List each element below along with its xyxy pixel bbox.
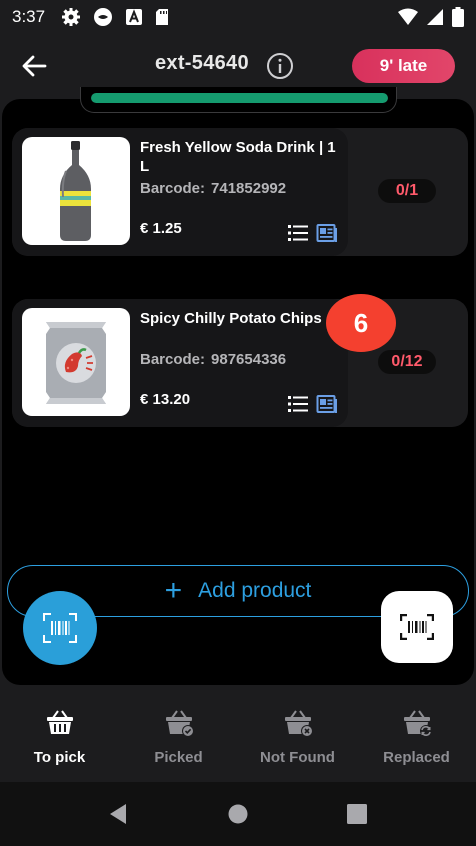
order-title: ext-54640 [155, 52, 249, 74]
back-arrow-icon[interactable] [20, 52, 48, 80]
product-card-main[interactable]: Spicy Chilly Potato Chips Barcode: 987654… [12, 299, 348, 427]
tab-picked[interactable]: Picked [119, 697, 238, 782]
status-icons-left [61, 7, 169, 27]
product-detail-icon[interactable] [316, 222, 338, 244]
bottom-nav: To pick Picked Not Found Replaced [0, 697, 476, 782]
progress-fill [91, 93, 388, 103]
basket-x-icon [284, 710, 313, 737]
status-time: 3:37 [12, 7, 46, 26]
gear-icon [62, 8, 81, 26]
barcode-line: Barcode: 987654336 [140, 351, 292, 368]
tab-label: To pick [33, 749, 86, 766]
barcode-label: Barcode: [140, 180, 206, 197]
wifi-icon [398, 8, 418, 25]
basket-check-icon [165, 710, 194, 737]
product-image [22, 137, 130, 245]
home-circle-icon[interactable] [228, 804, 248, 824]
tab-not-found[interactable]: Not Found [238, 697, 357, 782]
system-nav-bar [0, 782, 476, 846]
late-badge: 9' late [352, 49, 455, 83]
basket-swap-icon [403, 710, 432, 737]
product-card[interactable]: Spicy Chilly Potato Chips Barcode: 987654… [12, 299, 468, 427]
soda-bottle-icon [60, 141, 91, 241]
product-name: Fresh Yellow Soda Drink | 1 L [140, 139, 336, 175]
quantity-pill: 0/1 [378, 179, 436, 203]
recents-square-icon[interactable] [347, 804, 367, 824]
barcode-scan-icon [43, 613, 77, 643]
chips-bag-icon [46, 322, 106, 404]
barcode-value: 987654336 [211, 351, 287, 368]
list-icon[interactable] [288, 223, 308, 243]
sd-card-icon [156, 9, 169, 25]
progress-holder [80, 87, 397, 113]
info-icon[interactable] [266, 52, 294, 80]
status-bar: 3:37 [0, 0, 476, 34]
progress-track [91, 93, 388, 103]
a-box-icon [126, 9, 143, 25]
back-triangle-icon[interactable] [108, 803, 128, 825]
status-icons-right [398, 7, 464, 27]
list-icon[interactable] [288, 394, 308, 414]
product-image [22, 308, 130, 416]
tab-replaced[interactable]: Replaced [357, 697, 476, 782]
scan-barcode-button[interactable] [23, 591, 97, 665]
barcode-scan-icon [400, 614, 434, 640]
basket-icon [46, 710, 73, 734]
battery-icon [452, 7, 464, 27]
product-price: € 13.20 [140, 391, 191, 408]
app-bubble-icon [94, 8, 113, 26]
tab-label: Replaced [383, 749, 450, 766]
plus-icon: + [164, 574, 183, 607]
product-card[interactable]: Fresh Yellow Soda Drink | 1 L Barcode: 74… [12, 128, 468, 256]
barcode-line: Barcode: 741852992 [140, 180, 292, 197]
quantity-pill: 0/12 [378, 350, 436, 374]
tab-to-pick[interactable]: To pick [0, 697, 119, 782]
scan-barcode-alt-button[interactable] [381, 591, 453, 663]
count-badge: 6 [326, 294, 396, 352]
barcode-label: Barcode: [140, 351, 206, 368]
product-name: Spicy Chilly Potato Chips [140, 310, 322, 327]
signal-icon [427, 9, 443, 25]
tab-label: Not Found [260, 749, 335, 766]
barcode-value: 741852992 [211, 180, 287, 197]
product-card-main[interactable]: Fresh Yellow Soda Drink | 1 L Barcode: 74… [12, 128, 348, 256]
tab-label: Picked [154, 749, 203, 766]
add-product-label: Add product [198, 579, 312, 602]
product-price: € 1.25 [140, 220, 182, 237]
product-detail-icon[interactable] [316, 393, 338, 415]
